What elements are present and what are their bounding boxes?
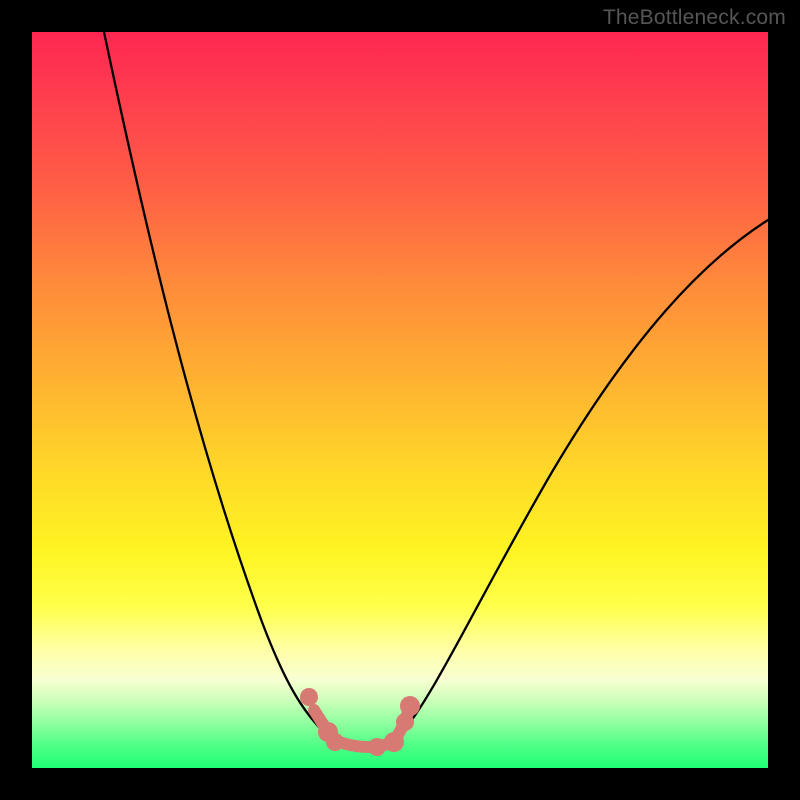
- marker-dot-bottom-right: [384, 732, 404, 752]
- marker-dot-bottom-left: [326, 733, 344, 751]
- curve-right-branch: [400, 220, 768, 735]
- chart-container: TheBottleneck.com: [0, 0, 800, 800]
- marker-dot-top-left: [300, 688, 318, 706]
- curve-overlay: [32, 32, 768, 768]
- marker-dot-bottom: [368, 738, 386, 756]
- curve-left-branch: [104, 32, 327, 735]
- marker-dot-right: [396, 713, 414, 731]
- attribution-text: TheBottleneck.com: [603, 6, 786, 30]
- marker-dot-top-right: [400, 696, 420, 716]
